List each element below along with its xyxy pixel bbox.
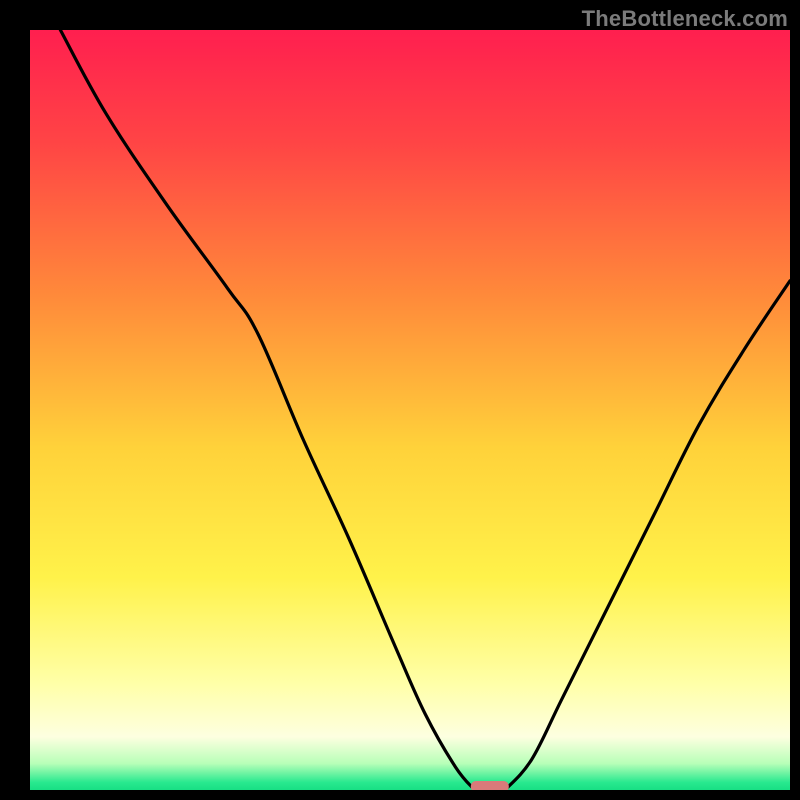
watermark-text: TheBottleneck.com bbox=[582, 6, 788, 32]
gradient-background bbox=[30, 30, 790, 790]
optimal-marker bbox=[471, 781, 509, 792]
bottleneck-chart bbox=[0, 0, 800, 800]
